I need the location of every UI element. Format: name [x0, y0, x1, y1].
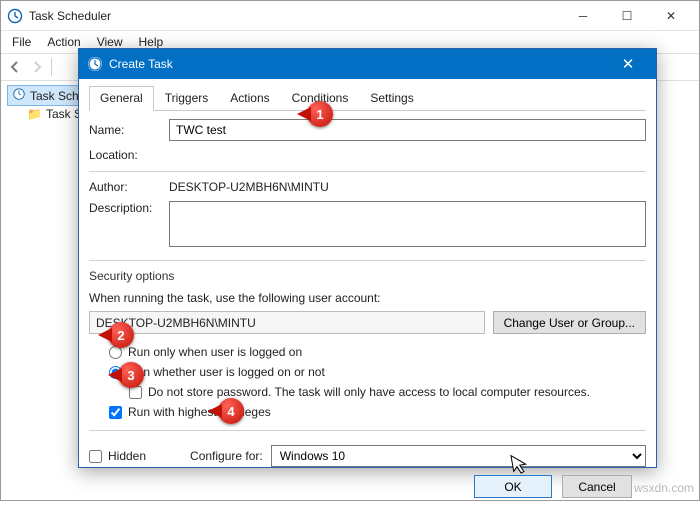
- location-label: Location:: [89, 148, 169, 162]
- tree-child[interactable]: 📁 Task S: [23, 106, 86, 122]
- tabstrip: General Triggers Actions Conditions Sett…: [89, 85, 646, 111]
- security-options-title: Security options: [89, 269, 646, 283]
- callout-3: 3: [118, 362, 144, 388]
- radio-logged-on-or-not[interactable]: Run whether user is logged on or not: [109, 365, 646, 379]
- callout-2: 2: [108, 322, 134, 348]
- create-task-dialog: Create Task ✕ General Triggers Actions C…: [78, 48, 657, 468]
- minimize-button[interactable]: ─: [561, 2, 605, 30]
- forward-icon[interactable]: [29, 59, 45, 75]
- cancel-button[interactable]: Cancel: [562, 475, 632, 498]
- callout-1: 1: [307, 101, 333, 127]
- description-input[interactable]: [169, 201, 646, 247]
- checkbox-highest-privileges[interactable]: Run with highest privileges: [109, 405, 646, 419]
- author-label: Author:: [89, 180, 169, 194]
- description-label: Description:: [89, 201, 169, 215]
- security-account-label: When running the task, use the following…: [89, 291, 646, 305]
- checkbox-store-password[interactable]: Do not store password. The task will onl…: [129, 385, 646, 399]
- change-user-button[interactable]: Change User or Group...: [493, 311, 646, 334]
- tab-general[interactable]: General: [89, 86, 154, 111]
- configure-for-select[interactable]: Windows 10: [271, 445, 646, 467]
- folder-icon: 📁: [27, 107, 42, 121]
- titlebar: Task Scheduler ─ ☐ ✕: [1, 1, 699, 31]
- author-value: DESKTOP-U2MBH6N\MINTU: [169, 180, 646, 194]
- configure-for-label: Configure for:: [190, 449, 263, 463]
- menu-file[interactable]: File: [5, 33, 38, 51]
- tree-child-label: Task S: [46, 107, 82, 121]
- tab-triggers[interactable]: Triggers: [154, 86, 220, 111]
- radio-logged-on[interactable]: Run only when user is logged on: [109, 345, 646, 359]
- tab-actions[interactable]: Actions: [219, 86, 280, 111]
- name-label: Name:: [89, 123, 169, 137]
- watermark: wsxdn.com: [634, 481, 694, 495]
- dialog-close-button[interactable]: ✕: [608, 49, 648, 79]
- window-title: Task Scheduler: [29, 9, 561, 23]
- maximize-button[interactable]: ☐: [605, 2, 649, 30]
- security-account-value: DESKTOP-U2MBH6N\MINTU: [89, 311, 485, 334]
- back-icon[interactable]: [7, 59, 23, 75]
- checkbox-hidden[interactable]: Hidden: [89, 449, 146, 463]
- tab-settings[interactable]: Settings: [359, 86, 424, 111]
- callout-4: 4: [218, 398, 244, 424]
- dialog-title: Create Task: [109, 57, 608, 71]
- name-input[interactable]: [169, 119, 646, 141]
- clock-icon: [12, 87, 26, 104]
- app-icon: [7, 8, 23, 24]
- clock-icon: [87, 56, 103, 72]
- dialog-titlebar: Create Task ✕: [79, 49, 656, 79]
- close-button[interactable]: ✕: [649, 2, 693, 30]
